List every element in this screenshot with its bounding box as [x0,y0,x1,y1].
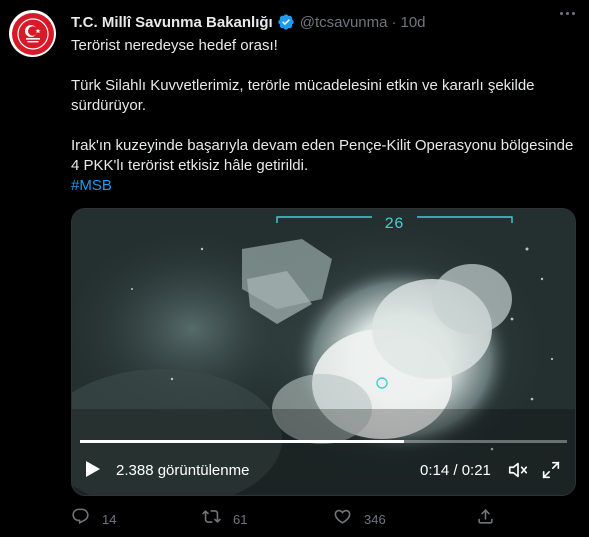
avatar[interactable] [9,10,56,57]
heart-icon [333,507,352,531]
play-icon[interactable] [85,460,101,483]
tweet-paragraph-2a: Türk Silahlı Kuvvetlerimiz, terörle müca… [71,77,535,94]
separator-dot: · [391,13,397,31]
ministry-emblem-icon [11,12,54,55]
reply-icon [71,507,90,531]
tweet-header: T.C. Millî Savunma Bakanlığı @tcsavunma … [71,13,426,31]
tweet-time[interactable]: 10d [400,14,425,31]
tweet-paragraph-3a: Irak'ın kuzeyinde başarıyla devam eden P… [71,137,574,154]
retweet-count: 61 [233,511,248,527]
author-name[interactable]: T.C. Millî Savunma Bakanlığı [71,14,273,31]
video-controls: 2.388 görüntülenme 0:14 / 0:21 [72,457,575,483]
tweet-actions: 14 61 346 [71,502,511,532]
tweet[interactable]: T.C. Millî Savunma Bakanlığı @tcsavunma … [0,0,589,537]
reply-count: 14 [102,511,117,527]
fullscreen-icon[interactable] [540,459,562,486]
video-player[interactable]: 26 2.388 görüntülenme 0:14 / 0:21 [71,208,576,496]
hud-number: 26 [384,215,403,233]
video-progress-fill [80,440,404,443]
verified-badge-icon [277,13,295,31]
view-count: 2.388 görüntülenme [116,462,250,479]
video-frame: 26 [72,209,575,495]
like-count: 346 [364,511,386,527]
tweet-paragraph-2b: sürdürüyor. [71,97,147,114]
video-progress-bar[interactable] [80,440,567,443]
tweet-text: Terörist neredeyse hedef orası! Türk Sil… [71,36,576,196]
video-time: 0:14 / 0:21 [420,462,491,479]
retweet-button[interactable]: 61 [202,507,247,531]
more-options-icon[interactable] [560,12,575,15]
hashtag-link[interactable]: #MSB [71,177,112,194]
volume-icon[interactable] [507,459,529,486]
author-handle[interactable]: @tcsavunma [300,14,388,31]
reply-button[interactable]: 14 [71,507,116,531]
tweet-paragraph-3b: 4 PKK'lı terörist etkisiz hâle getirildi… [71,157,309,174]
share-button[interactable] [476,507,495,531]
tweet-paragraph-1: Terörist neredeyse hedef orası! [71,37,278,54]
share-icon [476,507,495,531]
like-button[interactable]: 346 [333,507,386,531]
retweet-icon [202,507,221,531]
